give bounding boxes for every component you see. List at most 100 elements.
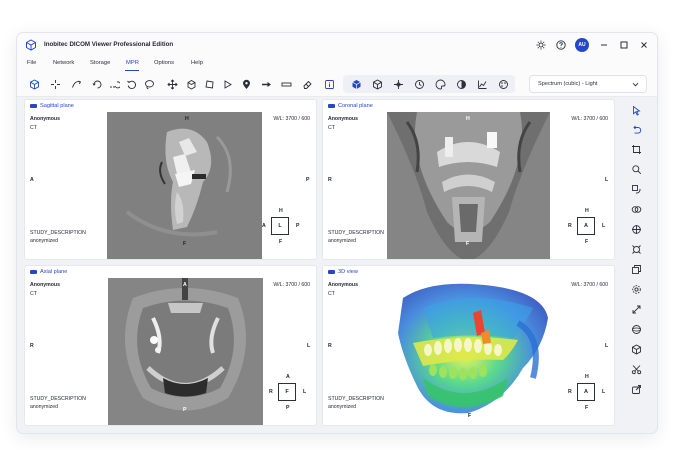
theme-sun-icon[interactable] (535, 40, 546, 51)
orientation-cube-bottom: F (279, 239, 283, 245)
undo-rotate-icon[interactable] (124, 77, 138, 91)
play-icon[interactable] (220, 77, 234, 91)
edge-orientation-top: H (185, 116, 189, 122)
coronal-ct-image (387, 112, 550, 259)
crop-icon[interactable] (629, 142, 643, 156)
menu-file[interactable]: File (27, 60, 36, 66)
export-icon[interactable] (629, 382, 643, 396)
menu-network[interactable]: Network (53, 60, 74, 66)
cube-tool-icon[interactable] (27, 77, 41, 91)
toolbar: Spectrum (cubic) - Light (17, 71, 657, 97)
color-map-icon[interactable] (496, 77, 510, 91)
ruler-icon[interactable] (279, 77, 293, 91)
histogram-icon[interactable] (475, 77, 489, 91)
orientation-cube-right: P (296, 223, 300, 229)
orientation-cube-bottom: F (585, 405, 589, 411)
orientation-cube-left: R (269, 389, 273, 395)
lut-preset-value: Spectrum (cubic) - Light (538, 81, 598, 87)
layers-icon[interactable] (629, 262, 643, 276)
close-icon[interactable] (638, 40, 649, 51)
polygon-icon[interactable] (202, 77, 216, 91)
rotate-roi-icon[interactable] (629, 182, 643, 196)
menu-storage[interactable]: Storage (90, 60, 110, 66)
view-3d-viewport[interactable]: 3D view Anonymous CT W/L: 3700 / 600 STU… (322, 265, 615, 426)
marker-icon[interactable] (239, 77, 253, 91)
cube-icon[interactable] (629, 342, 643, 356)
gear-icon[interactable] (629, 282, 643, 296)
rotate-dots-icon[interactable] (107, 77, 121, 91)
pointer-icon[interactable] (629, 103, 643, 117)
lasso-icon[interactable] (142, 77, 156, 91)
patient-name: Anonymous (328, 282, 358, 288)
menu-mpr[interactable]: MPR (126, 60, 139, 66)
scissors-icon[interactable] (629, 362, 643, 376)
study-anonymized: anonymized (328, 404, 356, 410)
sagittal-viewport[interactable]: Sagittal plane Anonymous CT W/L: 3700 / … (24, 99, 317, 260)
orientation-cube-top: H (279, 208, 283, 214)
brightness-icon[interactable] (454, 77, 468, 91)
help-icon[interactable] (555, 40, 566, 51)
edge-orientation-right: L (605, 343, 609, 349)
view-3d-tool-group (343, 75, 515, 93)
minimize-icon[interactable] (598, 40, 609, 51)
axial-viewport[interactable]: Axial plane Anonymous CT W/L: 3700 / 600… (24, 265, 317, 426)
palette-icon[interactable] (433, 77, 447, 91)
edge-orientation-bottom: F (468, 413, 472, 419)
crosshair-tool-icon[interactable] (48, 77, 62, 91)
lut-preset-dropdown[interactable]: Spectrum (cubic) - Light (529, 75, 647, 93)
chevron-down-icon (631, 80, 640, 89)
modality: CT (328, 125, 335, 131)
curve-tool-icon[interactable] (69, 77, 83, 91)
arrow-tool-icon[interactable] (259, 77, 273, 91)
menu-options[interactable]: Options (154, 60, 174, 66)
study-description: STUDY_DESCRIPTION (328, 230, 384, 236)
avatar[interactable]: AU (575, 38, 589, 52)
pan-3d-icon[interactable] (391, 77, 405, 91)
viewport-grid: Sagittal plane Anonymous CT W/L: 3700 / … (24, 99, 617, 427)
box-select-icon[interactable] (184, 77, 198, 91)
clock-rotate-icon[interactable] (412, 77, 426, 91)
edge-orientation-top: H (466, 116, 470, 122)
patient-name: Anonymous (30, 282, 60, 288)
sphere-icon[interactable] (629, 322, 643, 336)
window-level: W/L: 3700 / 600 (571, 282, 608, 288)
window-level: W/L: 3700 / 600 (273, 282, 310, 288)
volume-render-icon[interactable] (349, 77, 363, 91)
orientation-cube-right: L (602, 223, 606, 229)
modality: CT (30, 125, 37, 131)
edge-orientation-left: R (328, 177, 332, 183)
crosshair-icon[interactable] (629, 222, 643, 236)
study-anonymized: anonymized (328, 238, 356, 244)
eraser-icon[interactable] (300, 77, 314, 91)
viewport-title: Coronal plane (338, 103, 373, 109)
orientation-cube-right: L (602, 389, 606, 395)
rotate-3d-icon[interactable] (90, 77, 104, 91)
zoom-area-icon[interactable] (629, 162, 643, 176)
target-icon[interactable] (629, 242, 643, 256)
expand-icon[interactable] (629, 302, 643, 316)
modality: CT (30, 291, 37, 297)
orientation-cube[interactable]: A (577, 217, 595, 235)
viewport-marker (30, 270, 37, 274)
edge-orientation-bottom: P (183, 407, 187, 413)
edge-orientation-left: R (328, 343, 332, 349)
study-description: STUDY_DESCRIPTION (328, 396, 384, 402)
menu-help[interactable]: Help (191, 60, 203, 66)
cube-outline-icon[interactable] (370, 77, 384, 91)
merge-icon[interactable] (629, 202, 643, 216)
maximize-icon[interactable] (618, 40, 629, 51)
info-panel-icon[interactable] (322, 77, 336, 91)
orientation-cube-bottom: F (585, 239, 589, 245)
orientation-cube-right: L (303, 389, 307, 395)
orientation-cube[interactable]: F (278, 383, 296, 401)
edge-orientation-bottom: F (183, 241, 187, 247)
study-description: STUDY_DESCRIPTION (30, 396, 86, 402)
orientation-cube[interactable]: L (271, 217, 289, 235)
orientation-cube[interactable]: A (577, 383, 595, 401)
coronal-viewport[interactable]: Coronal plane Anonymous CT W/L: 3700 / 6… (322, 99, 615, 260)
edge-orientation-left: R (30, 343, 34, 349)
move-icon[interactable] (165, 77, 179, 91)
undo-icon[interactable] (629, 122, 643, 136)
orientation-cube-left: A (262, 223, 266, 229)
app-logo-icon (25, 39, 37, 51)
